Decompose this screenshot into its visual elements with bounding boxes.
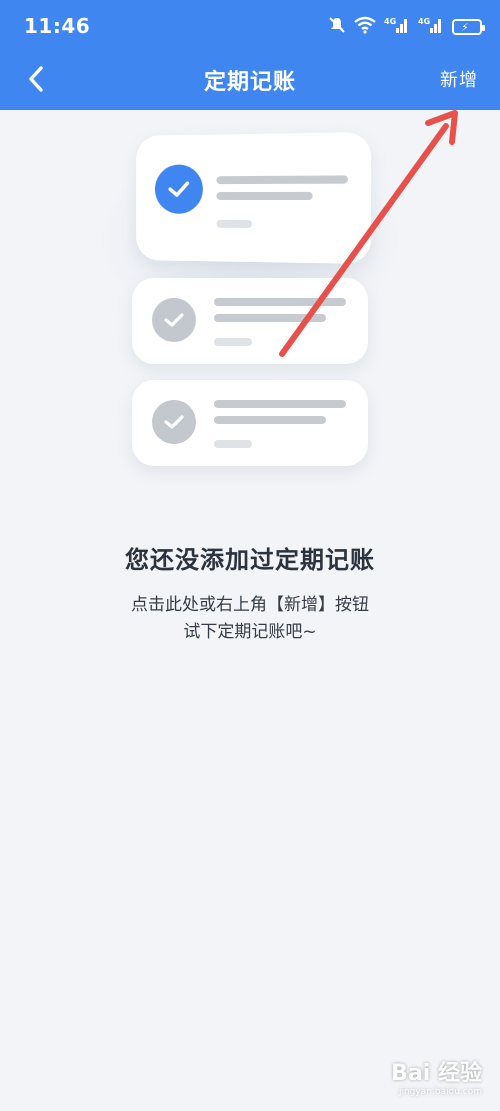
empty-state-description[interactable]: 点击此处或右上角【新增】按钮 试下定期记账吧~ xyxy=(0,592,500,646)
placeholder-card xyxy=(132,278,368,364)
svg-text:4G: 4G xyxy=(418,17,430,26)
description-line: 试下定期记账吧~ xyxy=(183,622,317,642)
status-bar: 11:46 4G 4G ⚡ xyxy=(0,0,500,52)
status-icons: 4G 4G ⚡ xyxy=(328,16,485,38)
top-bar: 11:46 4G 4G ⚡ 定期记账 新增 xyxy=(0,0,500,110)
wifi-icon xyxy=(354,16,376,38)
empty-state-title: 您还没添加过定期记账 xyxy=(125,546,375,574)
battery-charging-icon: ⚡ xyxy=(452,19,485,35)
placeholder-line xyxy=(214,314,326,322)
highlight-card xyxy=(136,131,372,265)
signal-4g-icon: 4G xyxy=(418,16,444,38)
add-button[interactable]: 新增 xyxy=(440,66,478,92)
placeholder-card xyxy=(132,380,368,466)
page-title: 定期记账 xyxy=(203,70,296,95)
placeholder-line xyxy=(214,338,252,346)
description-line: 点击此处或右上角【新增】按钮 xyxy=(131,595,369,615)
placeholder-line xyxy=(216,219,252,229)
check-icon xyxy=(152,400,196,444)
watermark: Bai 经验 jingyan.baidu.com xyxy=(391,1055,482,1097)
placeholder-line xyxy=(214,400,346,408)
placeholder-line xyxy=(214,298,346,306)
status-time: 11:46 xyxy=(24,14,91,38)
placeholder-line xyxy=(214,416,326,424)
placeholder-line xyxy=(214,440,252,448)
empty-illustration[interactable] xyxy=(0,120,500,480)
mute-icon xyxy=(328,16,346,38)
watermark-text: Bai 经验 xyxy=(391,1061,482,1086)
navigation-header: 定期记账 新增 xyxy=(0,52,500,110)
placeholder-line xyxy=(216,175,348,185)
watermark-sub: jingyan.baidu.com xyxy=(398,1087,482,1097)
svg-text:4G: 4G xyxy=(384,17,396,26)
check-icon xyxy=(152,298,196,342)
signal-4g-icon: 4G xyxy=(384,16,410,38)
placeholder-line xyxy=(216,191,313,201)
check-icon xyxy=(154,164,203,214)
